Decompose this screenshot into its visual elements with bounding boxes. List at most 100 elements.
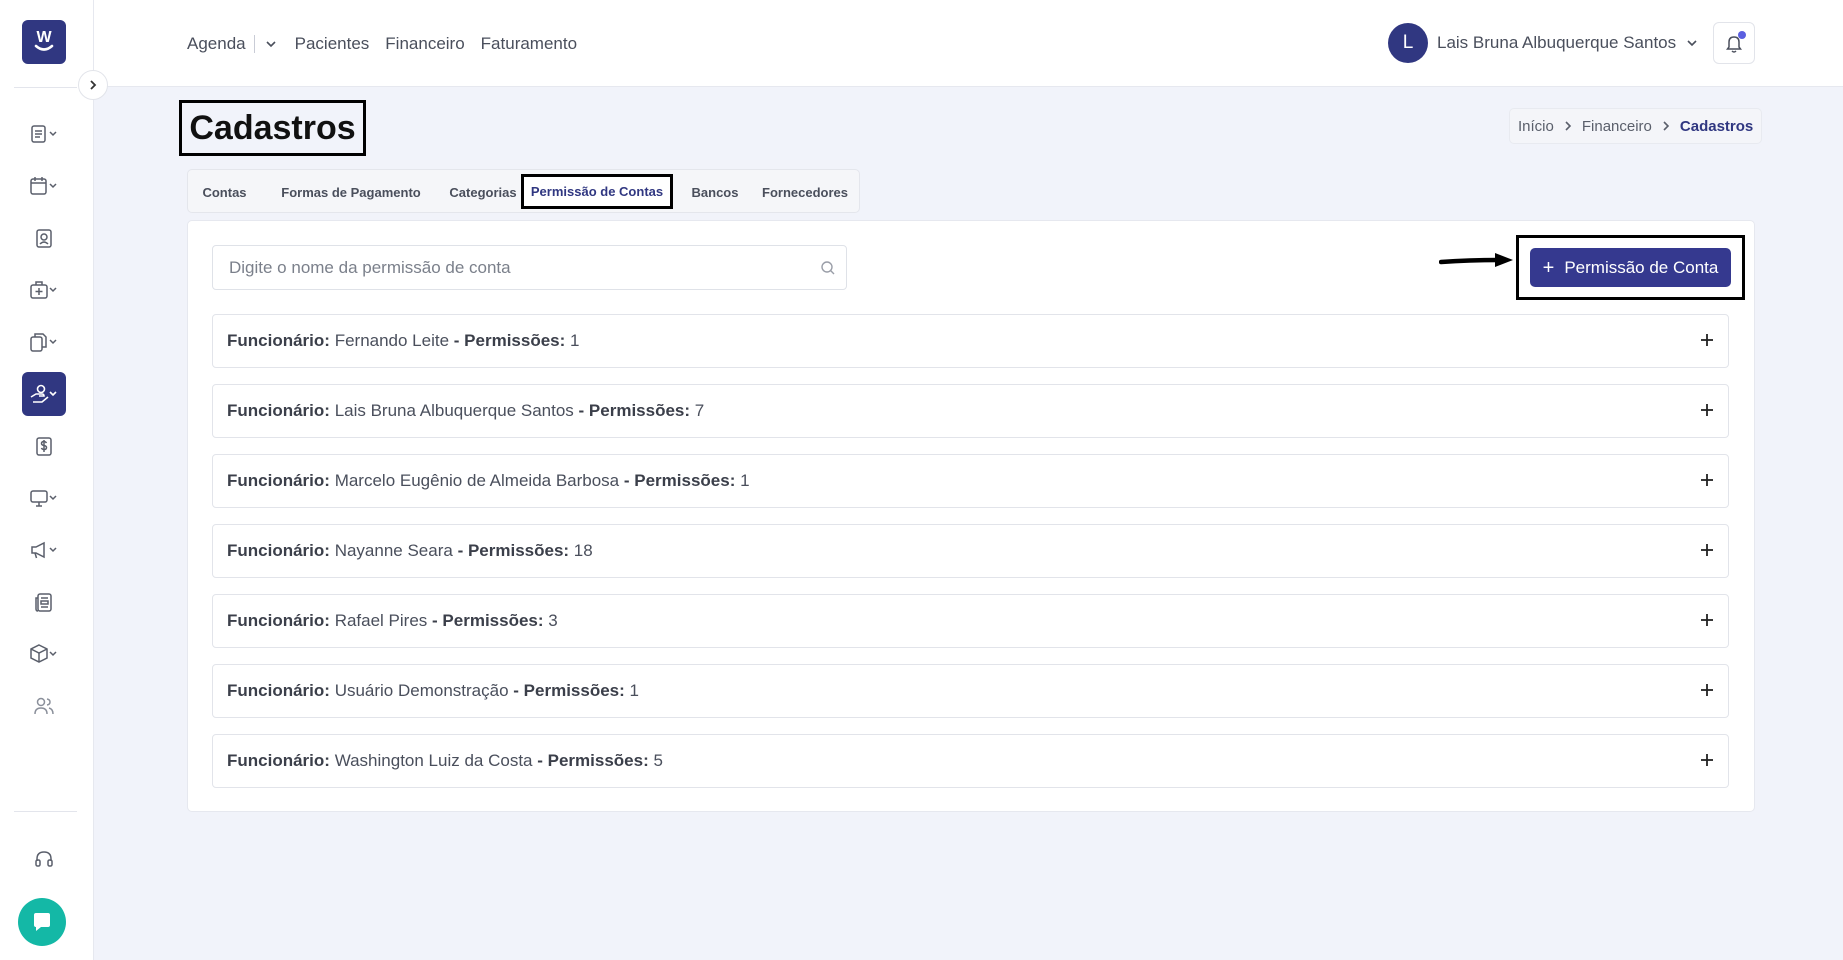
plus-icon[interactable] <box>1700 613 1714 627</box>
svg-text:W: W <box>36 29 52 46</box>
sidebar-item-documents[interactable] <box>22 320 66 364</box>
employee-label: Funcionário: <box>227 681 330 700</box>
tab-categorias[interactable]: Categorias <box>438 170 528 214</box>
search-box <box>212 245 847 290</box>
plus-icon[interactable] <box>1700 683 1714 697</box>
employee-name: Lais Bruna Albuquerque Santos <box>334 401 574 420</box>
employee-name: Washington Luiz da Costa <box>334 751 533 770</box>
employee-name: Rafael Pires <box>334 611 428 630</box>
sidebar-item-calendar[interactable] <box>22 164 66 208</box>
sidebar-item-users[interactable] <box>22 684 66 728</box>
dollar-icon <box>36 437 52 456</box>
breadcrumb-home[interactable]: Início <box>1518 118 1554 135</box>
employee-name: Marcelo Eugênio de Almeida Barbosa <box>334 471 620 490</box>
sidebar-item-patients[interactable] <box>22 216 66 260</box>
permissions-card: + Permissão de Conta Funcionário: Fernan… <box>187 220 1755 812</box>
employee-name: Nayanne Seara <box>334 541 453 560</box>
plus-icon[interactable] <box>1700 333 1714 347</box>
breadcrumb-separator <box>1563 121 1573 131</box>
tab-bancos[interactable]: Bancos <box>677 170 753 214</box>
employee-label: Funcionário: <box>227 401 330 420</box>
sidebar-toggle-button[interactable] <box>78 70 108 100</box>
sidebar-item-marketing[interactable] <box>22 528 66 572</box>
list-item[interactable]: Funcionário: Marcelo Eugênio de Almeida … <box>212 454 1729 508</box>
employee-label: Funcionário: <box>227 331 330 350</box>
add-permission-button[interactable]: + Permissão de Conta <box>1530 248 1731 287</box>
permissions-count: 5 <box>653 751 663 770</box>
permissions-label: - Permissões: <box>432 611 544 630</box>
tab-fornecedores[interactable]: Fornecedores <box>754 170 856 214</box>
sidebar-item-clinical[interactable] <box>22 268 66 312</box>
records-icon <box>31 125 57 143</box>
sidebar-divider <box>14 811 77 812</box>
permissions-label: - Permissões: <box>453 331 566 350</box>
page-title: Cadastros <box>179 100 366 156</box>
patient-badge-icon <box>36 229 52 248</box>
tab-permissao-de-contas[interactable]: Permissão de Contas <box>521 174 673 209</box>
notifications-button[interactable] <box>1713 22 1755 64</box>
breadcrumb-separator <box>1661 121 1671 131</box>
employee-name: Fernando Leite <box>334 331 450 350</box>
permissions-label: - Permissões: <box>457 541 570 560</box>
sidebar-item-reports[interactable] <box>22 580 66 624</box>
headset-icon <box>35 851 53 867</box>
megaphone-icon <box>31 541 57 559</box>
sidebar-item-support[interactable] <box>22 837 66 881</box>
sidebar-item-telemedicine[interactable] <box>22 476 66 520</box>
permissions-label: - Permissões: <box>513 681 625 700</box>
plus-icon[interactable] <box>1700 543 1714 557</box>
tab-formas-de-pagamento[interactable]: Formas de Pagamento <box>269 170 433 214</box>
sidebar: W <box>0 0 94 960</box>
sidebar-item-billing[interactable] <box>22 424 66 468</box>
list-item[interactable]: Funcionário: Usuário Demonstração - Perm… <box>212 664 1729 718</box>
employee-label: Funcionário: <box>227 541 330 560</box>
permissions-label: - Permissões: <box>578 401 691 420</box>
package-icon <box>30 644 57 663</box>
sidebar-item-records[interactable] <box>22 112 66 156</box>
plus-icon: + <box>1542 256 1555 279</box>
plus-icon[interactable] <box>1700 403 1714 417</box>
app-logo[interactable]: W <box>22 20 66 64</box>
list-item[interactable]: Funcionário: Washington Luiz da Costa - … <box>212 734 1729 788</box>
list-item[interactable]: Funcionário: Nayanne Seara - Permissões:… <box>212 524 1729 578</box>
breadcrumb: Início Financeiro Cadastros <box>1509 108 1763 144</box>
nav-financeiro[interactable]: Financeiro <box>385 34 464 54</box>
permissions-count: 18 <box>573 541 593 560</box>
sidebar-item-inventory[interactable] <box>22 632 66 676</box>
chevron-down-icon <box>1687 40 1697 47</box>
permissions-count: 7 <box>694 401 705 420</box>
permissions-count: 3 <box>548 611 558 630</box>
tab-contas[interactable]: Contas <box>188 170 261 214</box>
user-menu[interactable]: L Lais Bruna Albuquerque Santos <box>1388 22 1698 64</box>
search-icon <box>821 261 835 275</box>
employee-label: Funcionário: <box>227 611 330 630</box>
calendar-icon <box>30 177 57 195</box>
permissions-count: 1 <box>570 331 580 350</box>
logo-icon: W <box>34 29 54 51</box>
permissions-count: 1 <box>740 471 750 490</box>
nav-agenda[interactable]: Agenda <box>187 34 246 54</box>
agenda-dropdown-toggle[interactable] <box>265 38 277 50</box>
employee-label: Funcionário: <box>227 751 330 770</box>
permissions-label: - Permissões: <box>623 471 736 490</box>
breadcrumb-current: Cadastros <box>1679 117 1754 135</box>
nav-faturamento[interactable]: Faturamento <box>481 34 577 54</box>
chat-button[interactable] <box>18 898 66 946</box>
list-item[interactable]: Funcionário: Rafael Pires - Permissões: … <box>212 594 1729 648</box>
list-item[interactable]: Funcionário: Lais Bruna Albuquerque Sant… <box>212 384 1729 438</box>
finance-hand-icon <box>30 384 57 403</box>
users-icon <box>34 697 54 715</box>
plus-icon[interactable] <box>1700 473 1714 487</box>
top-bar: Agenda Pacientes Financeiro Faturamento … <box>94 0 1843 87</box>
top-nav: Agenda Pacientes Financeiro Faturamento <box>187 0 593 87</box>
sidebar-item-finance[interactable] <box>22 372 66 416</box>
user-name: Lais Bruna Albuquerque Santos <box>1437 33 1677 52</box>
plus-icon[interactable] <box>1700 753 1714 767</box>
breadcrumb-financeiro[interactable]: Financeiro <box>1582 118 1652 135</box>
nav-pacientes[interactable]: Pacientes <box>295 34 370 54</box>
monitor-icon <box>30 490 57 507</box>
list-item[interactable]: Funcionário: Fernando Leite - Permissões… <box>212 314 1729 368</box>
nav-separator <box>253 34 255 53</box>
chevron-right-icon <box>90 80 97 90</box>
search-input[interactable] <box>213 246 846 289</box>
